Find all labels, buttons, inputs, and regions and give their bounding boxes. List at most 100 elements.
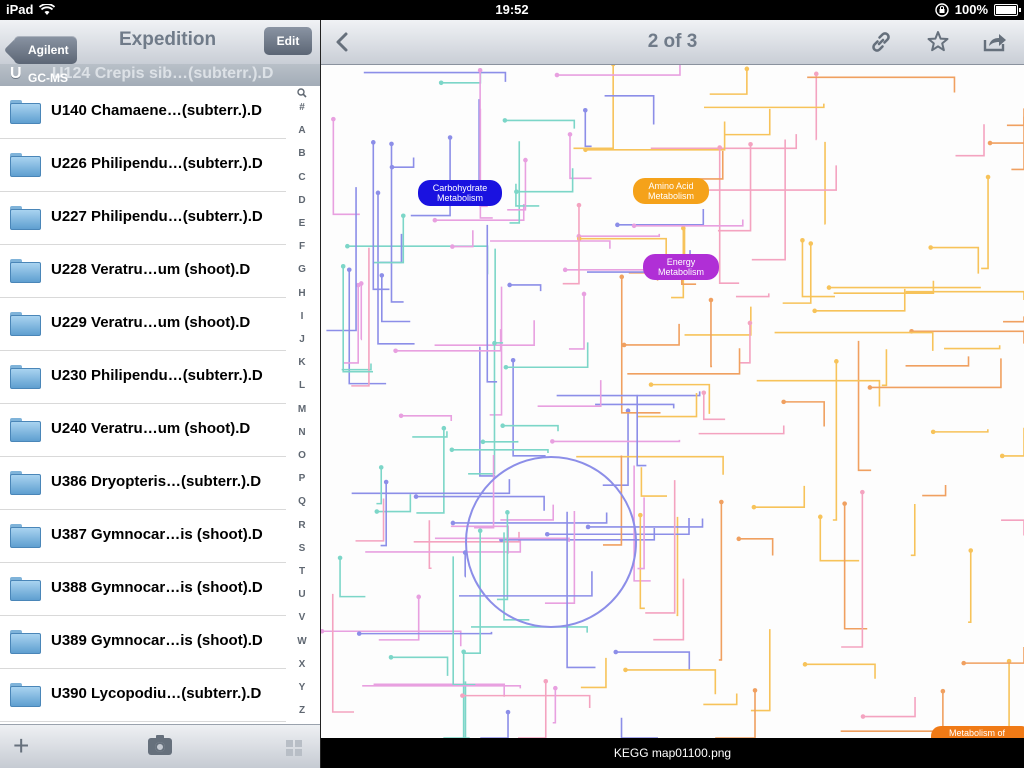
index-letter[interactable]: J [290, 334, 314, 345]
index-letter[interactable]: C [290, 172, 314, 183]
list-item[interactable]: U226 Philipendu…(subterr.).D [0, 139, 286, 192]
pathway-node [747, 320, 753, 326]
share-icon[interactable] [981, 28, 1009, 56]
folder-icon [10, 630, 41, 654]
pathway-node [781, 399, 786, 405]
pathway-node [751, 504, 757, 510]
pathway-node [346, 267, 352, 273]
index-letter[interactable]: X [290, 659, 314, 670]
list-item[interactable]: U387 Gymnocar…is (shoot).D [0, 510, 286, 563]
list-item[interactable]: U389 Gymnocar…is (shoot).D [0, 616, 286, 669]
pathway-node [544, 531, 550, 537]
pathway-node [834, 359, 839, 364]
list-item-label: U389 Gymnocar…is (shoot).D [51, 632, 263, 649]
section-index[interactable]: # A B C D E F G H I J K L M N O P Q R S T U V W X Y Z [290, 86, 314, 740]
pathway-node [374, 509, 380, 514]
pathway-node [400, 213, 406, 219]
list-item[interactable]: U227 Philipendu…(subterr.).D [0, 192, 286, 245]
index-letter[interactable]: I [290, 311, 314, 322]
pathway-node [370, 140, 376, 145]
index-letter[interactable]: R [290, 520, 314, 531]
pathway-node [340, 264, 346, 269]
list-item[interactable]: U140 Chamaene…(subterr.).D [0, 86, 286, 139]
pathway-node [987, 140, 993, 146]
index-letter[interactable]: O [290, 450, 314, 461]
index-letter[interactable]: V [290, 612, 314, 623]
index-letter[interactable]: K [290, 357, 314, 368]
pathway-line [828, 286, 981, 289]
index-letter[interactable]: L [290, 380, 314, 391]
section-peek-item[interactable]: U124 Crepis sib…(subterr.).D [52, 65, 273, 83]
list-item[interactable]: U386 Dryopteris…(subterr.).D [0, 457, 286, 510]
star-icon[interactable] [924, 28, 952, 56]
pathway-node [450, 520, 456, 526]
pathway-node [567, 132, 573, 137]
pathway-node [393, 348, 398, 354]
pathway-node [441, 425, 447, 431]
list-item[interactable]: U388 Gymnocar…is (shoot).D [0, 563, 286, 616]
page-indicator: 2 of 3 [647, 31, 698, 52]
pathway-node [502, 118, 508, 123]
pathway-node [553, 685, 558, 691]
pathway-node [375, 190, 381, 196]
master-toolbar: + [0, 724, 320, 768]
index-letter[interactable]: F [290, 241, 314, 252]
list-item[interactable]: U228 Veratru…um (shoot).D [0, 245, 286, 298]
search-icon[interactable] [290, 88, 314, 101]
grid-icon[interactable] [286, 740, 302, 756]
pathway-node [744, 66, 750, 72]
pathway-node [985, 174, 991, 180]
pathway-node [388, 655, 394, 660]
battery-percent: 100% [954, 2, 988, 17]
index-letter[interactable]: D [290, 195, 314, 206]
index-letter[interactable]: T [290, 566, 314, 577]
pathway-node [510, 357, 516, 363]
index-letter[interactable]: # [290, 102, 314, 113]
edit-button[interactable]: Edit [264, 27, 312, 55]
pathway-node [928, 245, 933, 250]
camera-icon[interactable] [148, 735, 172, 755]
back-button[interactable]: Agilent GC-MS [14, 36, 77, 85]
kegg-map-image[interactable]: Carbohydrate Metabolism Amino Acid Metab… [321, 64, 1024, 738]
index-letter[interactable]: W [290, 636, 314, 647]
master-title: Expedition [119, 29, 217, 50]
svg-text:Energy: Energy [667, 257, 696, 267]
index-letter[interactable]: U [290, 589, 314, 600]
pathway-node [808, 241, 814, 246]
list-item[interactable]: U390 Lycopodiu…(subterr.).D [0, 669, 286, 722]
index-letter[interactable]: H [290, 288, 314, 299]
index-letter[interactable]: P [290, 473, 314, 484]
pathway-node [432, 217, 438, 223]
index-letter[interactable]: S [290, 543, 314, 554]
index-letter[interactable]: Y [290, 682, 314, 693]
list-item-label: U390 Lycopodiu…(subterr.).D [51, 685, 262, 702]
folder-icon [10, 524, 41, 548]
master-navbar: Agilent GC-MS Expedition Edit [0, 20, 320, 85]
folder-icon [10, 471, 41, 495]
index-letter[interactable]: N [290, 427, 314, 438]
list-item-label: U230 Philipendu…(subterr.).D [51, 367, 263, 384]
pathway-node [585, 524, 591, 530]
index-letter[interactable]: A [290, 125, 314, 136]
index-letter[interactable]: B [290, 148, 314, 159]
plus-icon[interactable]: + [13, 732, 29, 760]
pathway-node [719, 499, 724, 505]
index-letter[interactable]: Z [290, 705, 314, 716]
index-letter[interactable]: G [290, 264, 314, 275]
list-item[interactable]: U229 Veratru…um (shoot).D [0, 298, 286, 351]
pathway-node [708, 297, 714, 303]
link-icon[interactable] [867, 28, 895, 56]
folder-icon [10, 365, 41, 389]
list-item-label: U140 Chamaene…(subterr.).D [51, 102, 262, 119]
list-item[interactable]: U230 Philipendu…(subterr.).D [0, 351, 286, 404]
pathway-node [379, 273, 385, 278]
list-item-label: U226 Philipendu…(subterr.).D [51, 155, 263, 172]
index-letter[interactable]: M [290, 404, 314, 415]
carbohydrate-label-line2: Metabolism [437, 193, 483, 203]
index-letter[interactable]: E [290, 218, 314, 229]
index-letter[interactable]: Q [290, 496, 314, 507]
section-letter: U [10, 65, 22, 82]
pathway-node [477, 68, 483, 73]
battery-icon [994, 3, 1021, 16]
list-item[interactable]: U240 Veratru…um (shoot).D [0, 404, 286, 457]
